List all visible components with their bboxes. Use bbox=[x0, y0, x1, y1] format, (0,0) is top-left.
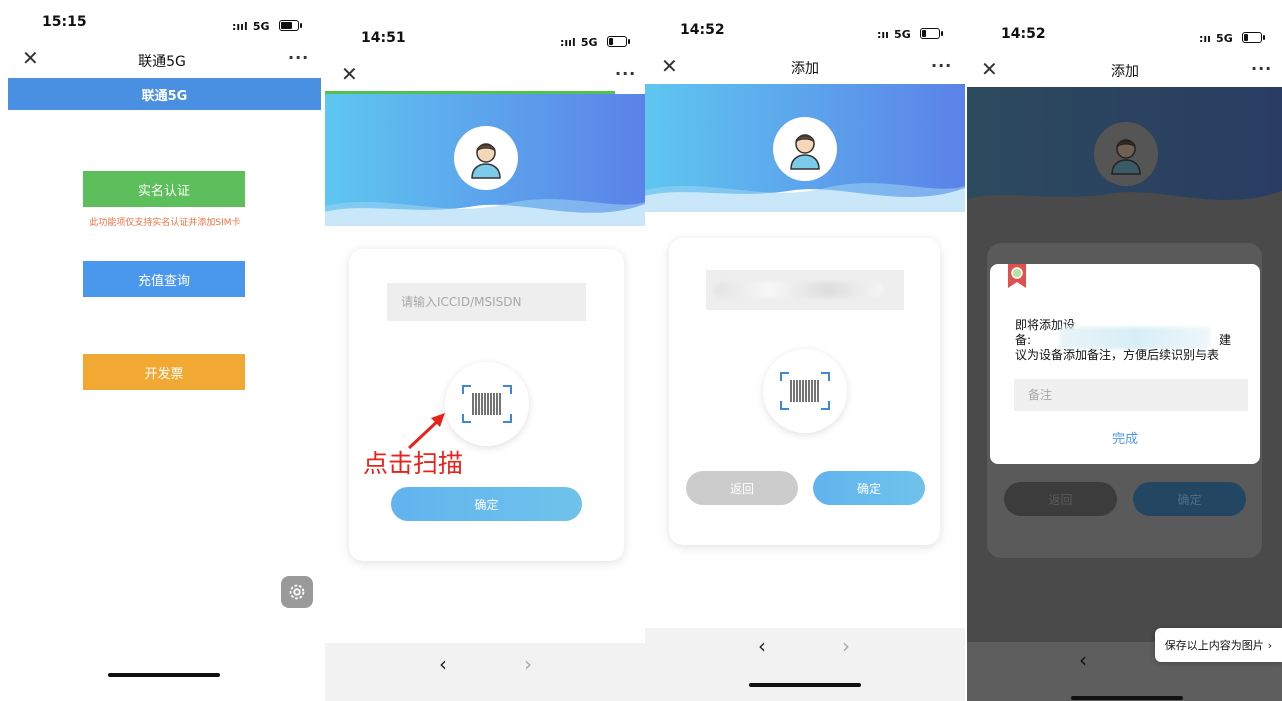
forward-icon[interactable]: › bbox=[842, 634, 850, 658]
user-avatar-icon bbox=[1111, 139, 1141, 175]
status-icons: :ıı 5G bbox=[1199, 27, 1265, 46]
more-icon[interactable]: ··· bbox=[1251, 59, 1272, 78]
done-button[interactable]: 完成 bbox=[990, 428, 1260, 447]
user-avatar-icon bbox=[471, 143, 501, 179]
iccid-input[interactable] bbox=[387, 283, 586, 321]
screen-scan-input: 14:51 :ııl 5G ✕ ··· 点击扫描 确定 ‹ › bbox=[325, 0, 645, 701]
back-icon[interactable]: ‹ bbox=[758, 634, 766, 658]
realname-note: 此功能项仅支持实名认证并添加SIM卡 bbox=[89, 218, 241, 228]
page-header: 联通5G bbox=[8, 78, 321, 110]
back-button[interactable]: 返回 bbox=[686, 471, 798, 505]
gear-icon bbox=[289, 584, 305, 600]
battery-icon bbox=[606, 36, 630, 47]
confirm-button[interactable]: 确定 bbox=[391, 487, 582, 521]
screen-unicom-home: 15:15 :ııl 5G ✕ 联通5G ··· 联通5G 实名认证 此功能项仅… bbox=[0, 0, 325, 701]
save-image-label: 保存以上内容为图片 bbox=[1164, 639, 1264, 652]
page-header-title: 联通5G bbox=[141, 88, 188, 104]
scan-annotation: 点击扫描 bbox=[363, 449, 464, 478]
user-avatar bbox=[773, 117, 837, 181]
close-icon[interactable]: ✕ bbox=[661, 56, 678, 76]
redacted-value bbox=[714, 282, 884, 298]
signal-icon: :ıı bbox=[1199, 32, 1211, 45]
status-time: 14:52 bbox=[1001, 26, 1046, 42]
back-icon[interactable]: ‹ bbox=[439, 652, 447, 676]
back-icon[interactable]: ‹ bbox=[1079, 648, 1087, 672]
scan-button[interactable] bbox=[763, 349, 847, 433]
dialog-line-3: 议为设备添加备注，方便后续识别与表 bbox=[1015, 348, 1220, 362]
screen-add-remark-dialog: 14:52 :ıı 5G ✕ 添加 ··· 返回 确定 即将添加设 备: 建 议… bbox=[967, 0, 1282, 701]
battery-icon bbox=[919, 28, 943, 39]
save-image-toast[interactable]: 保存以上内容为图片 › bbox=[1155, 628, 1282, 662]
network-label: 5G bbox=[894, 28, 911, 41]
nav-title: 添加 bbox=[1111, 64, 1139, 80]
remark-input[interactable] bbox=[1014, 379, 1248, 411]
more-icon[interactable]: ··· bbox=[931, 56, 952, 75]
user-avatar bbox=[1094, 122, 1158, 186]
iccid-input-filled[interactable] bbox=[706, 270, 904, 310]
close-icon[interactable]: ✕ bbox=[22, 48, 39, 68]
home-indicator bbox=[1071, 696, 1183, 700]
battery-icon bbox=[278, 20, 302, 31]
home-indicator bbox=[108, 673, 220, 677]
status-time: 14:51 bbox=[361, 30, 406, 46]
back-button: 返回 bbox=[1004, 482, 1117, 516]
network-label: 5G bbox=[252, 20, 270, 33]
status-icons: :ıı 5G bbox=[877, 23, 943, 42]
confirm-button[interactable]: 确定 bbox=[813, 471, 925, 505]
invoice-button[interactable]: 开发票 bbox=[83, 354, 245, 390]
nav-title: 添加 bbox=[791, 61, 819, 77]
remark-dialog: 即将添加设 备: 建 议为设备添加备注，方便后续识别与表 完成 bbox=[990, 264, 1260, 464]
nav-title: 联通5G bbox=[138, 54, 186, 70]
network-label: 5G bbox=[580, 36, 598, 49]
status-time: 14:52 bbox=[680, 22, 725, 38]
signal-icon: :ııl bbox=[560, 36, 576, 49]
home-indicator bbox=[749, 683, 861, 687]
signal-icon: :ııl bbox=[232, 20, 248, 33]
battery-icon bbox=[1241, 32, 1265, 43]
screen-add-device: 14:52 :ıı 5G ✕ 添加 ··· 返回 确定 ‹ › bbox=[645, 0, 965, 701]
badge-icon bbox=[1008, 264, 1026, 288]
close-icon[interactable]: ✕ bbox=[341, 64, 358, 84]
more-icon[interactable]: ··· bbox=[288, 48, 309, 67]
confirm-button: 确定 bbox=[1133, 482, 1246, 516]
network-label: 5G bbox=[1216, 32, 1233, 45]
scan-button[interactable] bbox=[445, 362, 529, 446]
forward-icon[interactable]: › bbox=[524, 652, 532, 676]
realname-auth-button[interactable]: 实名认证 bbox=[83, 171, 245, 207]
signal-icon: :ıı bbox=[877, 28, 889, 41]
barcode-scan-icon bbox=[462, 385, 512, 423]
more-icon[interactable]: ··· bbox=[615, 64, 636, 83]
close-icon[interactable]: ✕ bbox=[981, 59, 998, 79]
barcode-scan-icon bbox=[780, 372, 830, 410]
bottom-nav-bar bbox=[645, 628, 965, 701]
recharge-query-button[interactable]: 充值查询 bbox=[83, 261, 245, 297]
status-icons: :ııl 5G bbox=[560, 31, 630, 50]
chevron-right-icon: › bbox=[1267, 638, 1273, 652]
settings-button[interactable] bbox=[281, 576, 313, 608]
status-icons: :ııl 5G bbox=[232, 15, 302, 34]
bottom-nav-bar bbox=[325, 643, 645, 701]
user-avatar bbox=[454, 126, 518, 190]
user-avatar-icon bbox=[790, 134, 820, 170]
status-time: 15:15 bbox=[42, 14, 87, 30]
